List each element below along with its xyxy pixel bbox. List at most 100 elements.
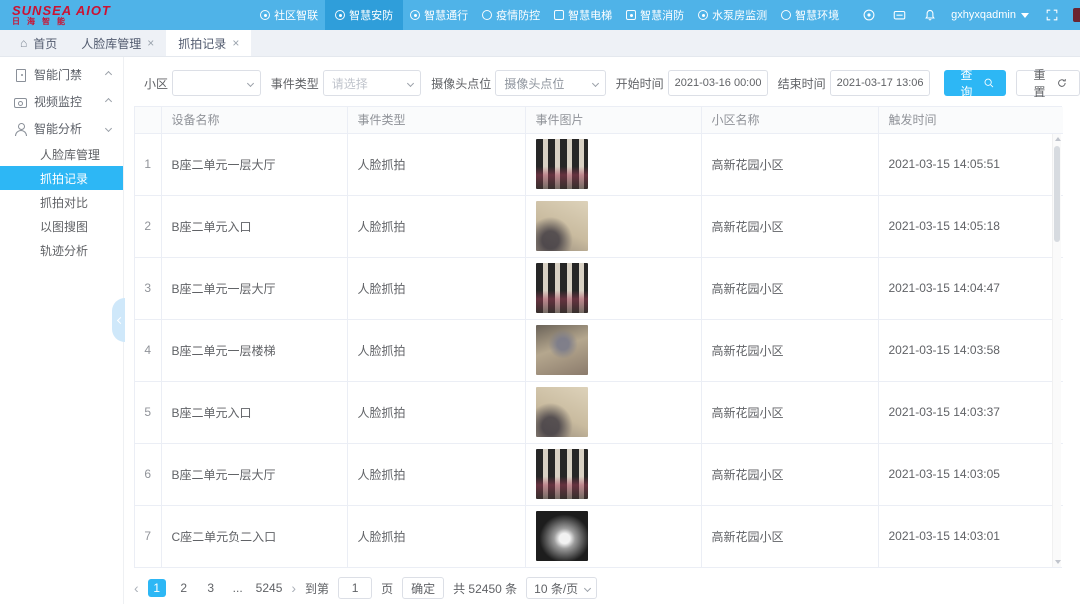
nav-item-community[interactable]: 社区智联 bbox=[253, 0, 325, 30]
chevron-up-icon bbox=[105, 71, 112, 78]
event-type-select[interactable]: 请选择 bbox=[323, 70, 422, 96]
sidebar-item-capture-records[interactable]: 抓拍记录 bbox=[0, 166, 123, 190]
column-header-community: 小区名称 bbox=[701, 107, 878, 133]
capture-records-table: 设备名称 事件类型 事件图片 小区名称 触发时间 1 B座二单元一层大厅 人脸抓… bbox=[134, 106, 1062, 568]
capture-thumbnail[interactable] bbox=[536, 387, 588, 437]
message-card-icon[interactable] bbox=[892, 8, 907, 22]
close-icon[interactable]: × bbox=[232, 37, 239, 49]
capture-thumbnail[interactable] bbox=[536, 139, 588, 189]
event-image-cell bbox=[525, 133, 701, 195]
sidebar-item-face-library[interactable]: 人脸库管理 bbox=[0, 142, 123, 166]
nav-item-epidemic[interactable]: 疫情防控 bbox=[475, 0, 547, 30]
nav-item-environment[interactable]: 智慧环境 bbox=[774, 0, 846, 30]
device-name-cell: B座二单元一层大厅 bbox=[161, 443, 347, 505]
content-area: 小区 事件类型 请选择 摄像头点位 摄像头点位 开始时间 结束时间 bbox=[124, 57, 1080, 604]
chevron-down-icon bbox=[1021, 13, 1029, 18]
event-type-filter-label: 事件类型 bbox=[271, 75, 319, 92]
video-camera-icon bbox=[14, 96, 26, 108]
nav-item-security[interactable]: 智慧安防 bbox=[325, 0, 403, 30]
sidebar-group-video-monitor[interactable]: 视频监控 bbox=[0, 88, 123, 115]
sidebar-item-label: 抓拍记录 bbox=[40, 170, 88, 187]
sidebar-item-image-search[interactable]: 以图搜图 bbox=[0, 214, 123, 238]
sidebar-item-capture-compare[interactable]: 抓拍对比 bbox=[0, 190, 123, 214]
sidebar-group-door-access[interactable]: 智能门禁 bbox=[0, 61, 123, 88]
capture-thumbnail[interactable] bbox=[536, 511, 588, 561]
goto-confirm-button[interactable]: 确定 bbox=[402, 577, 444, 599]
device-name-cell: B座二单元入口 bbox=[161, 381, 347, 443]
nav-item-access[interactable]: 智慧通行 bbox=[403, 0, 475, 30]
event-type-cell: 人脸抓拍 bbox=[347, 257, 525, 319]
device-name-cell: C座二单元负二入口 bbox=[161, 505, 347, 567]
close-icon[interactable]: × bbox=[147, 37, 154, 49]
trigger-time-cell: 2021-03-15 14:03:01 bbox=[878, 505, 1063, 567]
chevron-down-icon bbox=[105, 125, 112, 132]
start-time-input[interactable] bbox=[668, 70, 768, 96]
water-pump-icon bbox=[698, 10, 708, 20]
prev-page-arrow[interactable]: ‹ bbox=[134, 581, 139, 595]
search-button-label: 查询 bbox=[955, 66, 978, 100]
nav-item-fire[interactable]: 智慧消防 bbox=[619, 0, 691, 30]
camera-select[interactable]: 摄像头点位 bbox=[495, 70, 605, 96]
nav-item-pump[interactable]: 水泵房监测 bbox=[691, 0, 774, 30]
row-index: 6 bbox=[135, 443, 161, 505]
chevron-up-icon bbox=[105, 98, 112, 105]
tab-label: 抓拍记录 bbox=[178, 35, 226, 52]
scroll-down-arrow-icon[interactable] bbox=[1053, 558, 1062, 567]
page-ellipsis: ... bbox=[229, 579, 247, 597]
home-icon: ⌂ bbox=[20, 36, 27, 50]
nav-item-elevator[interactable]: 智慧电梯 bbox=[547, 0, 619, 30]
nav-item-label: 疫情防控 bbox=[496, 7, 540, 23]
page-number-last[interactable]: 5245 bbox=[256, 579, 283, 597]
sidebar-group-smart-analysis[interactable]: 智能分析 bbox=[0, 115, 123, 142]
tab-home[interactable]: ⌂ 首页 bbox=[8, 30, 69, 56]
table-row: 6 B座二单元一层大厅 人脸抓拍 高新花园小区 2021-03-15 14:03… bbox=[135, 443, 1063, 505]
search-button[interactable]: 查询 bbox=[944, 70, 1006, 96]
brand-logo-subtext: 日海智能 bbox=[12, 18, 162, 26]
reset-button-label: 重置 bbox=[1028, 66, 1051, 100]
page-number-3[interactable]: 3 bbox=[202, 579, 220, 597]
reset-button[interactable]: 重置 bbox=[1016, 70, 1080, 96]
table-header-row: 设备名称 事件类型 事件图片 小区名称 触发时间 bbox=[135, 107, 1063, 133]
door-access-icon bbox=[14, 69, 26, 81]
vertical-scrollbar[interactable] bbox=[1052, 134, 1061, 567]
nav-item-label: 智慧通行 bbox=[424, 7, 468, 23]
scroll-up-arrow-icon[interactable] bbox=[1053, 134, 1062, 143]
goto-page-input[interactable] bbox=[338, 577, 372, 599]
settings-gear-icon[interactable] bbox=[862, 8, 876, 22]
trigger-time-cell: 2021-03-15 14:04:47 bbox=[878, 257, 1063, 319]
fullscreen-icon[interactable] bbox=[1045, 8, 1059, 22]
device-name-cell: B座二单元一层大厅 bbox=[161, 257, 347, 319]
tab-capture-records[interactable]: 抓拍记录 × bbox=[166, 30, 251, 56]
sidebar-collapse-handle[interactable] bbox=[112, 298, 125, 342]
end-time-input[interactable] bbox=[830, 70, 930, 96]
notification-bell-icon[interactable] bbox=[923, 8, 937, 22]
search-icon bbox=[983, 77, 995, 89]
sidebar-item-trajectory[interactable]: 轨迹分析 bbox=[0, 238, 123, 262]
page-number-1[interactable]: 1 bbox=[148, 579, 166, 597]
brand-logo: SUNSEA AIOT 日海智能 bbox=[12, 4, 162, 26]
community-select[interactable] bbox=[172, 70, 261, 96]
capture-thumbnail[interactable] bbox=[536, 201, 588, 251]
event-type-cell: 人脸抓拍 bbox=[347, 505, 525, 567]
elevator-icon bbox=[554, 10, 564, 20]
community-cell: 高新花园小区 bbox=[701, 319, 878, 381]
top-header: SUNSEA AIOT 日海智能 社区智联 智慧安防 智慧通行 疫情防控 bbox=[0, 0, 1080, 30]
clipped-edge-icon[interactable] bbox=[1073, 8, 1080, 22]
camera-select-value: 摄像头点位 bbox=[504, 75, 564, 92]
user-menu[interactable]: gxhyxqadmin bbox=[951, 9, 1029, 21]
tab-face-library[interactable]: 人脸库管理 × bbox=[69, 30, 166, 56]
page-number-2[interactable]: 2 bbox=[175, 579, 193, 597]
scrollbar-thumb[interactable] bbox=[1054, 146, 1060, 242]
capture-thumbnail[interactable] bbox=[536, 449, 588, 499]
table-row: 7 C座二单元负二入口 人脸抓拍 高新花园小区 2021-03-15 14:03… bbox=[135, 505, 1063, 567]
capture-thumbnail[interactable] bbox=[536, 325, 588, 375]
person-analysis-icon bbox=[14, 123, 26, 135]
nav-item-label: 智慧安防 bbox=[349, 7, 393, 23]
chevron-left-icon bbox=[116, 316, 123, 323]
nav-item-label: 水泵房监测 bbox=[712, 7, 767, 23]
page-size-select[interactable]: 10 条/页 bbox=[526, 577, 597, 599]
capture-thumbnail[interactable] bbox=[536, 263, 588, 313]
next-page-arrow[interactable]: › bbox=[291, 581, 296, 595]
event-type-cell: 人脸抓拍 bbox=[347, 319, 525, 381]
tab-bar: ⌂ 首页 人脸库管理 × 抓拍记录 × bbox=[0, 30, 1080, 57]
